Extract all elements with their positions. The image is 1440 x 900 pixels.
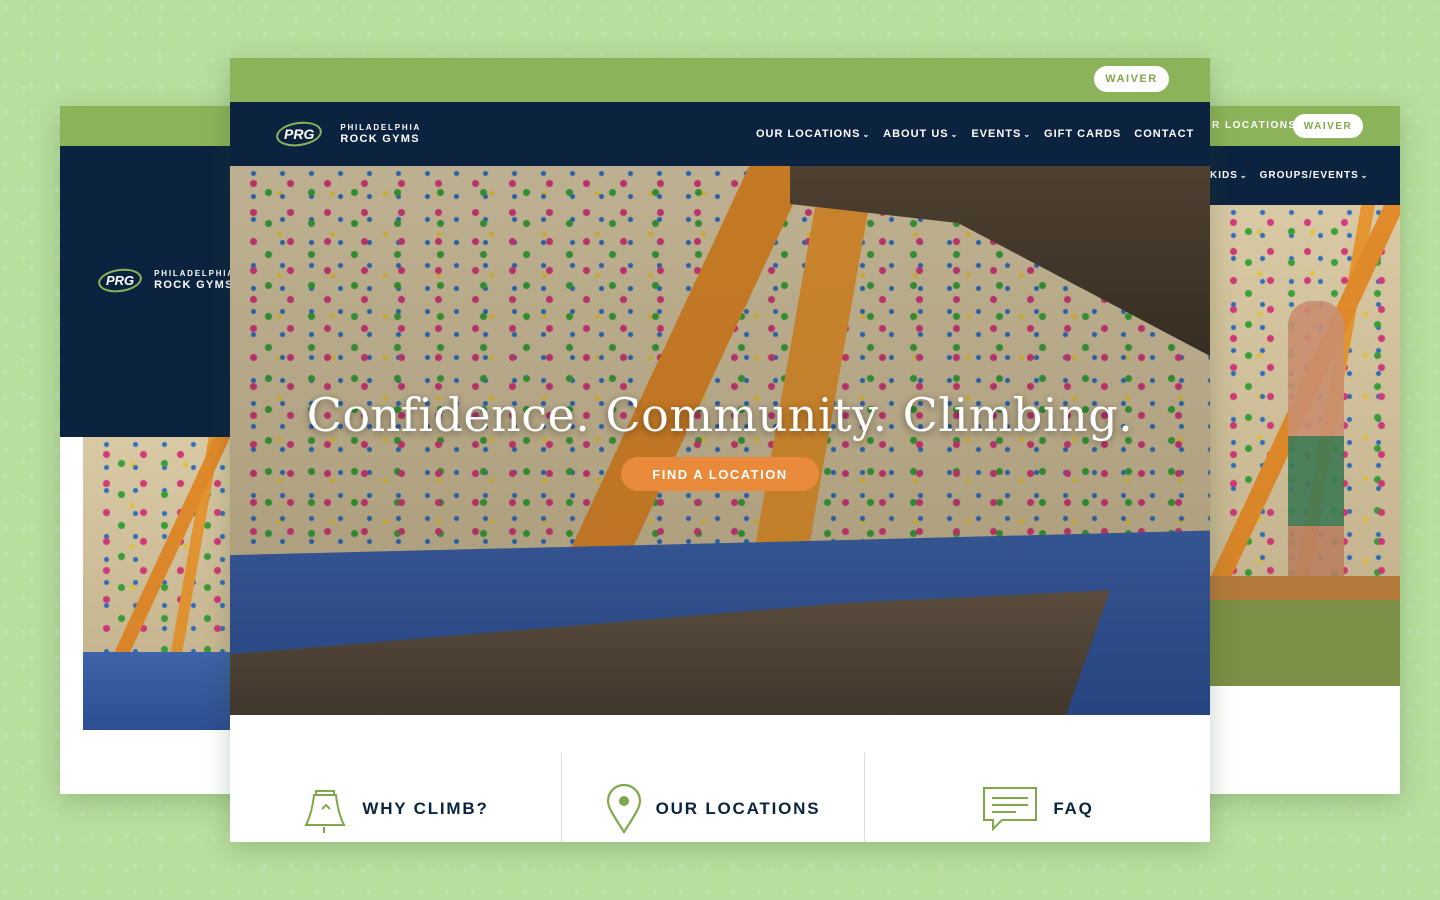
hero-title: Confidence. Community. Climbing.	[306, 388, 1134, 442]
logo-line-1: PHILADELPHIA	[340, 123, 422, 132]
logo-badge: PRG	[106, 272, 135, 288]
find-location-button[interactable]: FIND A LOCATION	[621, 457, 819, 491]
right-locations-link[interactable]: R LOCATIONS	[1212, 120, 1297, 131]
feature-strip: WHY CLIMB? OUR LOCATIONS FAQ	[230, 715, 1210, 842]
nav-events[interactable]: EVENTS ⌄	[971, 128, 1031, 140]
right-nav-kids-label: KIDS	[1210, 170, 1238, 181]
bell-icon	[304, 789, 346, 833]
feature-why-climb-label: WHY CLIMB?	[362, 798, 489, 818]
nav-gift-cards[interactable]: GIFT CARDS	[1044, 128, 1121, 140]
right-climber-figure	[1288, 301, 1344, 601]
nav-our-locations[interactable]: OUR LOCATIONS ⌄	[756, 128, 870, 140]
chevron-down-icon: ⌄	[1023, 130, 1032, 139]
map-pin-icon	[606, 783, 641, 834]
feature-faq[interactable]: FAQ	[865, 715, 1210, 842]
right-nav-groups-events[interactable]: GROUPS/EVENTS ⌄	[1260, 170, 1369, 181]
feature-our-locations-label: OUR LOCATIONS	[655, 798, 821, 818]
chevron-down-icon: ⌄	[1360, 171, 1369, 180]
logo-text: PHILADELPHIA ROCK GYMS	[154, 269, 235, 291]
nav-about-us[interactable]: ABOUT US ⌄	[883, 128, 958, 140]
chevron-down-icon: ⌄	[1239, 171, 1248, 180]
right-waiver-button[interactable]: WAIVER	[1293, 114, 1363, 138]
right-block	[1210, 576, 1400, 686]
logo-line-1: PHILADELPHIA	[154, 269, 235, 278]
logo-badge: PRG	[284, 126, 315, 143]
nav-events-label: EVENTS	[971, 128, 1022, 140]
right-nav-kids[interactable]: KIDS ⌄	[1210, 170, 1248, 181]
main-logo[interactable]: PRG PHILADELPHIA ROCK GYMS	[284, 123, 422, 145]
chevron-down-icon: ⌄	[950, 130, 959, 139]
nav-about-us-label: ABOUT US	[883, 128, 949, 140]
right-preview-card: R LOCATIONS WAIVER KIDS ⌄ GROUPS/EVENTS ⌄	[1180, 106, 1400, 794]
right-nav: KIDS ⌄ GROUPS/EVENTS ⌄	[1210, 170, 1368, 181]
nav-our-locations-label: OUR LOCATIONS	[756, 128, 861, 140]
left-logo[interactable]: PRG PHILADELPHIA ROCK GYMS	[106, 269, 235, 291]
utility-bar	[230, 58, 1210, 102]
feature-why-climb[interactable]: WHY CLIMB?	[230, 715, 561, 842]
nav-contact[interactable]: CONTACT	[1134, 128, 1194, 140]
right-hero-image	[1210, 205, 1400, 686]
chat-bubble-icon	[983, 786, 1038, 831]
right-nav-groups-label: GROUPS/EVENTS	[1259, 170, 1359, 181]
waiver-button[interactable]: WAIVER	[1094, 66, 1169, 92]
chevron-down-icon: ⌄	[862, 130, 871, 139]
logo-line-2: ROCK GYMS	[154, 278, 234, 291]
main-nav: OUR LOCATIONS ⌄ ABOUT US ⌄ EVENTS ⌄ GIFT CA…	[756, 128, 1194, 140]
feature-our-locations[interactable]: OUR LOCATIONS	[562, 715, 864, 842]
feature-faq-label: FAQ	[1053, 798, 1094, 818]
logo-line-2: ROCK GYMS	[340, 132, 420, 145]
logo-text: PHILADELPHIA ROCK GYMS	[340, 123, 422, 145]
main-site-card: WAIVER PRG PHILADELPHIA ROCK GYMS OUR LO…	[230, 58, 1210, 842]
